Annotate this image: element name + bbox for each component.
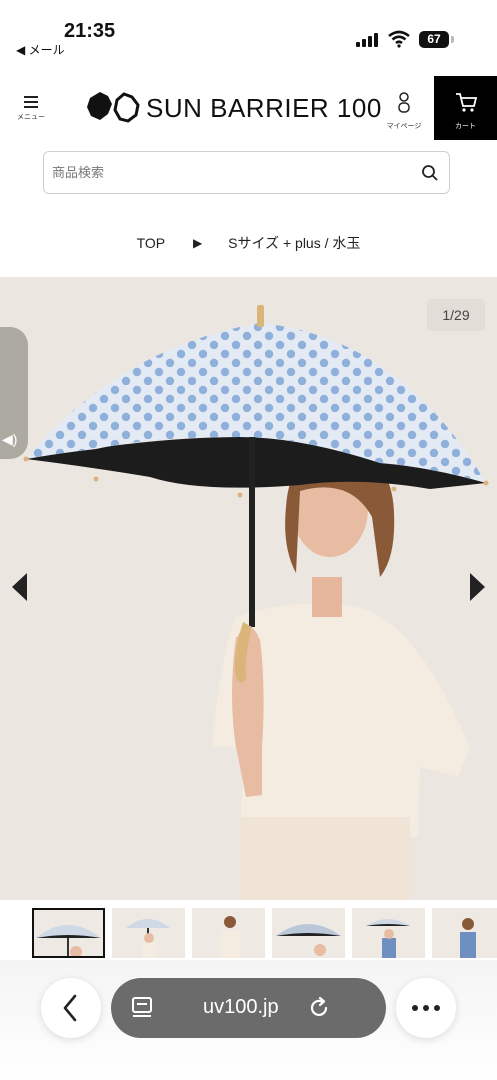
- browser-back-button[interactable]: [41, 978, 101, 1038]
- prev-image-arrow-icon[interactable]: [12, 573, 27, 601]
- thumbnail-4[interactable]: [272, 908, 345, 958]
- battery-icon: [451, 36, 454, 43]
- product-image-carousel[interactable]: ◀) 1/29: [0, 277, 497, 900]
- search-input[interactable]: [52, 152, 432, 193]
- battery-level: 67: [419, 31, 449, 48]
- site-header: メニュー SUN BARRIER 100 マイページ カート: [0, 76, 497, 140]
- product-photo: [0, 277, 497, 900]
- browser-toolbar: uv100.jp: [0, 960, 497, 1080]
- cart-button[interactable]: カート: [434, 76, 497, 140]
- menu-button[interactable]: メニュー: [10, 92, 52, 136]
- reload-icon[interactable]: [307, 996, 331, 1020]
- status-time: 21:35: [64, 20, 116, 42]
- thumbnail-5[interactable]: [352, 908, 425, 958]
- address-bar[interactable]: uv100.jp: [111, 978, 386, 1038]
- signal-icon: [356, 33, 378, 47]
- breadcrumb-current: Sサイズ + plus / 水玉: [228, 235, 361, 251]
- accessibility-side-tab[interactable]: ◀): [0, 327, 28, 459]
- logo-text: SUN BARRIER 100: [146, 92, 382, 123]
- status-bar: 21:35 ◀ メール 67: [0, 0, 497, 70]
- mypage-label: マイページ: [386, 123, 422, 130]
- ellipsis-icon: [412, 1005, 440, 1011]
- thumbnail-2[interactable]: [112, 908, 185, 958]
- cart-icon: [455, 93, 477, 112]
- url-text: uv100.jp: [203, 996, 279, 1018]
- breadcrumb: TOP ▶ Sサイズ + plus / 水玉: [0, 233, 497, 253]
- wifi-icon: [388, 30, 410, 48]
- more-options-button[interactable]: [396, 978, 456, 1038]
- cart-label: カート: [455, 123, 476, 130]
- back-to-mail-link[interactable]: ◀ メール: [16, 41, 65, 58]
- search-box: [43, 151, 450, 194]
- thumbnail-strip: [0, 908, 497, 960]
- thumbnail-6[interactable]: [432, 908, 497, 958]
- user-icon: [398, 92, 410, 113]
- next-image-arrow-icon[interactable]: [470, 573, 485, 601]
- site-logo[interactable]: SUN BARRIER 100: [86, 90, 382, 126]
- breadcrumb-separator-icon: ▶: [193, 236, 203, 250]
- hamburger-icon: [24, 96, 38, 108]
- image-counter: 1/29: [427, 299, 485, 331]
- page-menu-icon[interactable]: [131, 996, 153, 1020]
- menu-label: メニュー: [17, 114, 45, 121]
- search-icon[interactable]: [421, 164, 439, 182]
- speaker-icon: ◀): [2, 431, 18, 447]
- thumbnail-3[interactable]: [192, 908, 265, 958]
- chevron-left-icon: [63, 994, 77, 1022]
- breadcrumb-home-link[interactable]: TOP: [137, 235, 166, 251]
- thumbnail-1[interactable]: [32, 908, 105, 958]
- mypage-button[interactable]: マイページ: [382, 92, 426, 131]
- logo-mark-icon: [87, 92, 140, 123]
